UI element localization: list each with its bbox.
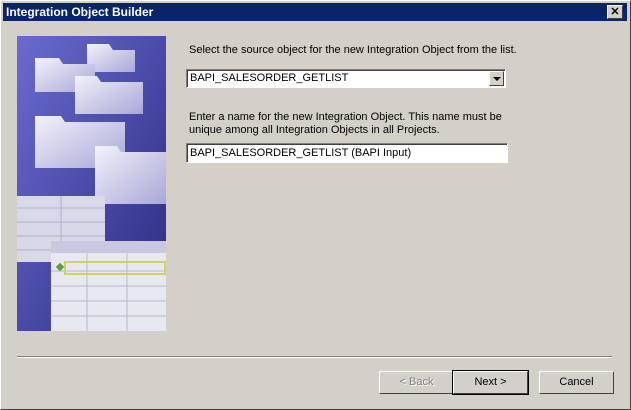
back-button[interactable]: < Back: [379, 371, 454, 394]
window-title: Integration Object Builder: [6, 5, 154, 19]
footer-divider: [17, 356, 612, 358]
chevron-down-icon[interactable]: [489, 71, 504, 86]
close-icon: ✕: [610, 6, 620, 18]
object-name-input[interactable]: [186, 143, 508, 163]
dialog-window: Integration Object Builder ✕ Select the …: [0, 0, 631, 410]
source-object-dropdown[interactable]: BAPI_SALESORDER_GETLIST: [186, 69, 506, 88]
title-bar: Integration Object Builder ✕: [3, 3, 627, 21]
object-name-label: Enter a name for the new Integration Obj…: [189, 111, 502, 136]
folders-illustration-icon: [17, 36, 166, 331]
next-button[interactable]: Next >: [452, 370, 529, 395]
close-button[interactable]: ✕: [607, 5, 623, 19]
source-object-value: BAPI_SALESORDER_GETLIST: [190, 72, 349, 84]
wizard-illustration: [17, 36, 166, 331]
cancel-button[interactable]: Cancel: [539, 371, 614, 394]
source-object-label: Select the source object for the new Int…: [189, 44, 517, 56]
